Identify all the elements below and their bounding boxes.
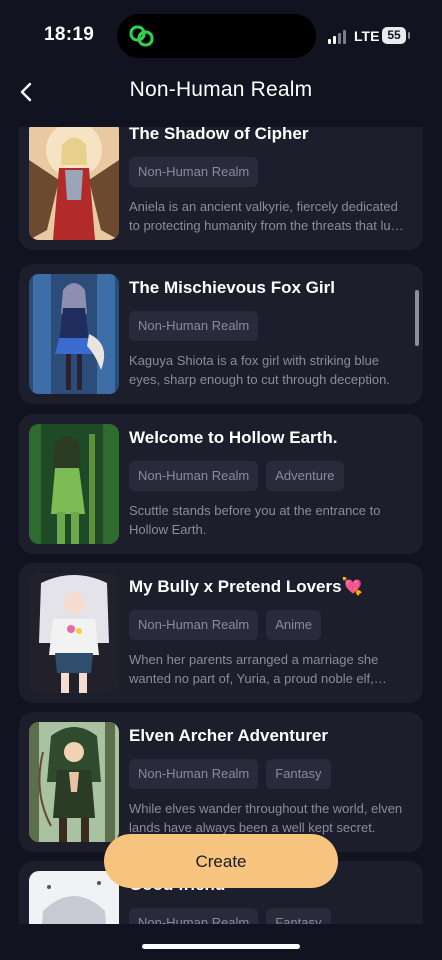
tag[interactable]: Fantasy xyxy=(266,908,331,924)
card-tags: Non-Human Realm Anime xyxy=(129,610,322,640)
scrollbar[interactable] xyxy=(415,290,419,346)
home-indicator[interactable] xyxy=(142,944,300,949)
signal-icon xyxy=(328,30,348,44)
character-card[interactable]: The Mischievous Fox Girl Non-Human Realm… xyxy=(19,264,423,404)
tag[interactable]: Non-Human Realm xyxy=(129,461,259,491)
character-avatar xyxy=(29,274,119,394)
tag[interactable]: Anime xyxy=(266,610,322,640)
tag[interactable]: Non-Human Realm xyxy=(129,157,259,187)
card-title: Elven Archer Adventurer xyxy=(129,726,329,745)
network-type: LTE xyxy=(354,28,380,44)
character-list[interactable]: The Shadow of Cipher Non-Human Realm Ani… xyxy=(0,127,442,924)
card-description: While elves wander throughout the world,… xyxy=(129,801,403,835)
create-button[interactable]: Create xyxy=(104,834,338,888)
tag[interactable]: Fantasy xyxy=(266,759,331,789)
character-card[interactable]: Welcome to Hollow Earth. Non-Human Realm… xyxy=(19,414,423,554)
card-title: My Bully x Pretend Lovers💘 xyxy=(129,577,415,597)
status-bar: 18:19 LTE 55 xyxy=(0,0,442,72)
card-title: The Shadow of Cipher xyxy=(129,127,309,143)
tag[interactable]: Non-Human Realm xyxy=(129,610,259,640)
character-avatar xyxy=(29,424,119,544)
card-tags: Non-Human Realm xyxy=(129,157,259,187)
card-description: Scuttle stands before you at the entranc… xyxy=(129,503,381,537)
card-tags: Non-Human Realm xyxy=(129,311,259,341)
page-title: Non-Human Realm xyxy=(129,78,313,101)
tag[interactable]: Adventure xyxy=(266,461,344,491)
tag[interactable]: Non-Human Realm xyxy=(129,908,259,924)
character-card[interactable]: Elven Archer Adventurer Non-Human Realm … xyxy=(19,712,423,852)
character-avatar xyxy=(29,573,119,693)
card-description: Aniela is an ancient valkyrie, fiercely … xyxy=(129,199,402,233)
card-title-text: My Bully x Pretend Lovers xyxy=(129,577,342,596)
character-card[interactable]: My Bully x Pretend Lovers💘 Non-Human Rea… xyxy=(19,563,423,703)
card-tags: Non-Human Realm Fantasy xyxy=(129,908,331,924)
character-avatar xyxy=(29,127,119,240)
card-title: The Mischievous Fox Girl xyxy=(129,278,335,297)
link-icon xyxy=(129,25,154,47)
heart-emoji-icon: 💘 xyxy=(341,577,363,596)
card-tags: Non-Human Realm Adventure xyxy=(129,461,344,491)
character-avatar xyxy=(29,871,119,924)
card-title: Welcome to Hollow Earth. xyxy=(129,428,338,447)
character-card[interactable]: The Shadow of Cipher Non-Human Realm Ani… xyxy=(19,127,423,250)
tag[interactable]: Non-Human Realm xyxy=(129,311,259,341)
page-header: Non-Human Realm xyxy=(0,72,442,128)
dynamic-island xyxy=(117,14,316,58)
character-avatar xyxy=(29,722,119,842)
battery-icon: 55 xyxy=(382,27,410,44)
card-description: When her parents arranged a marriage she… xyxy=(129,652,379,686)
tag[interactable]: Non-Human Realm xyxy=(129,759,259,789)
status-time: 18:19 xyxy=(44,24,95,45)
card-tags: Non-Human Realm Fantasy xyxy=(129,759,331,789)
card-description: Kaguya Shiota is a fox girl with strikin… xyxy=(129,353,390,387)
